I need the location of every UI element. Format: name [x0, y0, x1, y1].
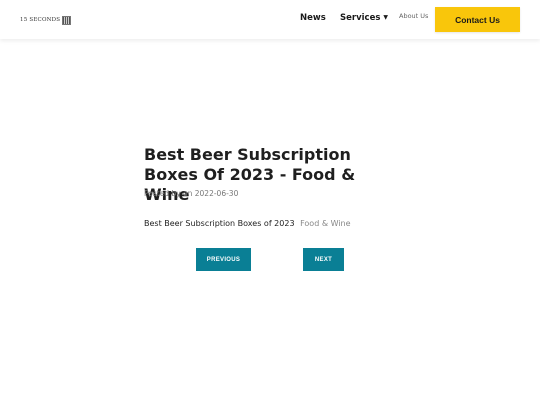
logo-text: 15 SECONDS — [20, 17, 61, 23]
post-body: Best Beer Subscription Boxes of 2023 Foo… — [144, 219, 351, 229]
next-button[interactable]: NEXT — [303, 248, 344, 271]
previous-button[interactable]: PREVIOUS — [196, 248, 251, 271]
nav-services-label: Services — [340, 13, 381, 23]
nav-services-dropdown[interactable]: Services ▼ — [340, 12, 388, 24]
site-logo[interactable]: 15 SECONDS — [20, 15, 72, 25]
nav-about-link[interactable]: About Us — [399, 11, 428, 21]
contact-us-button[interactable]: Contact Us — [435, 7, 520, 32]
post-source: Food & Wine — [300, 219, 351, 228]
caret-down-icon: ▼ — [383, 14, 389, 21]
site-header: 15 SECONDS News Services ▼ About Us Cont… — [0, 0, 540, 39]
post-article-link[interactable]: Best Beer Subscription Boxes of 2023 — [144, 219, 295, 228]
post-meta: Posted by on 2022-06-30 — [144, 189, 239, 198]
logo-mark-icon — [62, 15, 72, 25]
nav-news-link[interactable]: News — [300, 12, 326, 24]
